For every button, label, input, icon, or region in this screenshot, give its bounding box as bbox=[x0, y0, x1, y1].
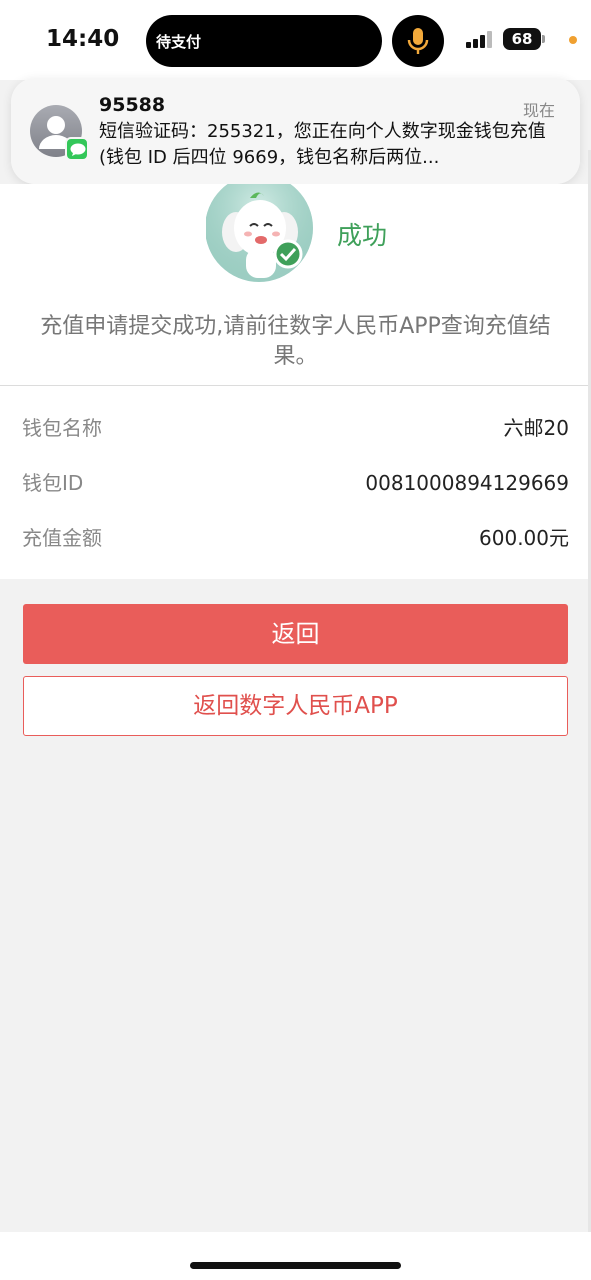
dynamic-island[interactable]: 待支付 bbox=[146, 15, 382, 67]
back-to-app-button[interactable]: 返回数字人民币APP bbox=[23, 676, 568, 736]
detail-value: 0081000894129669 bbox=[365, 471, 569, 495]
detail-value: 600.00元 bbox=[479, 526, 569, 550]
elephant-mascot-success-icon bbox=[206, 184, 313, 282]
detail-row-wallet-name: 钱包名称 六邮20 bbox=[0, 408, 591, 448]
messages-app-icon bbox=[65, 137, 89, 161]
detail-row-amount: 充值金额 600.00元 bbox=[0, 518, 591, 558]
back-button[interactable]: 返回 bbox=[23, 604, 568, 664]
bottom-bar bbox=[0, 1232, 591, 1280]
detail-label: 钱包ID bbox=[22, 471, 84, 495]
detail-label: 钱包名称 bbox=[22, 416, 102, 440]
home-indicator[interactable] bbox=[190, 1262, 401, 1269]
notification-sender: 95588 bbox=[99, 94, 166, 116]
detail-value: 六邮20 bbox=[503, 416, 569, 440]
detail-label: 充值金额 bbox=[22, 526, 102, 550]
status-time: 14:40 bbox=[46, 26, 120, 52]
battery-cap bbox=[542, 35, 545, 43]
notification-body: 短信验证码：255321，您正在向个人数字现金钱包充值 (钱包 ID 后四位 9… bbox=[99, 121, 546, 168]
battery-icon: 68 bbox=[503, 28, 541, 50]
island-label: 待支付 bbox=[156, 33, 202, 51]
sms-notification[interactable]: 95588 现在 短信验证码：255321，您正在向个人数字现金钱包充值 (钱包… bbox=[11, 78, 580, 184]
signal-icon bbox=[466, 30, 496, 48]
notification-time: 现在 bbox=[522, 101, 555, 120]
mic-indicator bbox=[392, 15, 444, 67]
detail-row-wallet-id: 钱包ID 0081000894129669 bbox=[0, 463, 591, 503]
privacy-indicator-dot bbox=[569, 36, 577, 44]
details-list: 钱包名称 六邮20 钱包ID 0081000894129669 充值金额 600… bbox=[0, 386, 591, 579]
result-message: 充值申请提交成功,请前往数字人民币APP查询充值结果。 bbox=[40, 314, 551, 369]
success-status: 成功 bbox=[337, 221, 388, 250]
mic-icon bbox=[407, 28, 429, 54]
status-bar: 14:40 待支付 68 bbox=[0, 0, 591, 80]
